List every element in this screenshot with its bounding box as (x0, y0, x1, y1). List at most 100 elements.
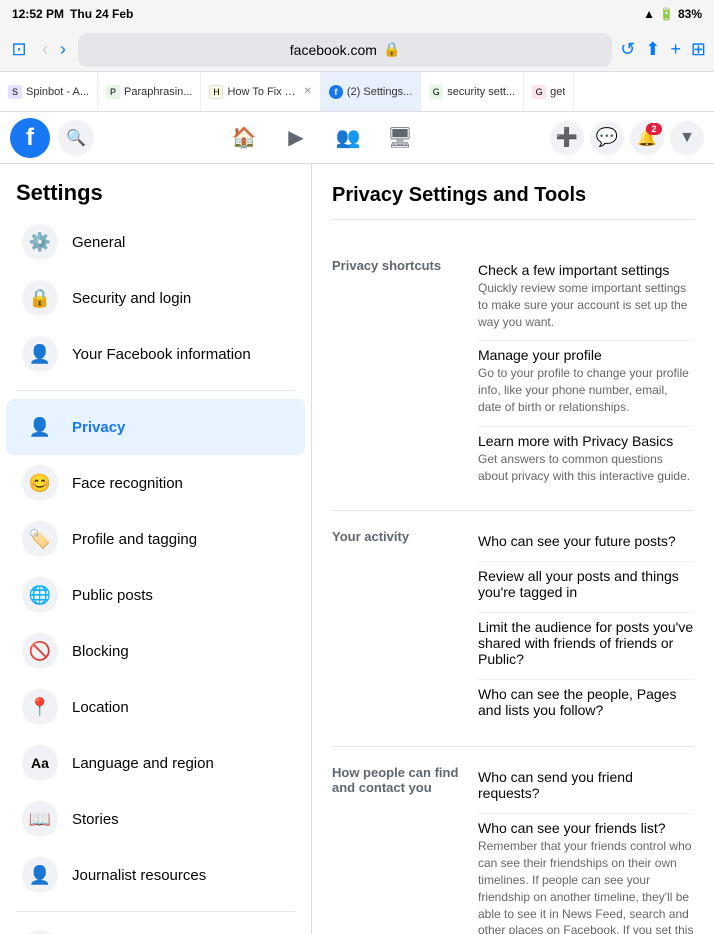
facebook-navbar: f 🔍 🏠 ▶ 👥 🖥 ➕ 💬 🔔 2 ▼ (0, 112, 714, 164)
notification-badge: 2 (646, 123, 662, 135)
item-title: Learn more with Privacy Basics (478, 433, 694, 449)
item-title: Who can see your future posts? (478, 533, 694, 549)
sidebar-item-profile-tagging[interactable]: 🏷️ Profile and tagging (6, 511, 305, 567)
tab-spinbot[interactable]: S Spinbot - A... (0, 72, 98, 111)
general-icon: ⚙️ (22, 224, 58, 260)
public-posts-icon: 🌐 (22, 577, 58, 613)
notifications-icon: 🔔 (22, 930, 58, 934)
sidebar-item-location[interactable]: 📍 Location (6, 679, 305, 735)
tab-favicon: G (532, 85, 546, 99)
security-icon: 🔒 (22, 280, 58, 316)
tab-security[interactable]: G security sett... (421, 72, 524, 111)
privacy-shortcuts-items: Check a few important settings Quickly r… (478, 256, 694, 494)
review-posts-item[interactable]: Review all your posts and things you're … (478, 562, 694, 613)
wifi-icon: ▲ (643, 7, 655, 21)
privacy-shortcuts-section: Privacy shortcuts Check a few important … (332, 240, 694, 511)
sidebar-item-security[interactable]: 🔒 Security and login (6, 270, 305, 326)
pages-lists-item[interactable]: Who can see the people, Pages and lists … (478, 680, 694, 730)
tabs-icon[interactable]: ⊞ (691, 39, 706, 60)
share-icon[interactable]: ⬆ (645, 39, 660, 60)
tab-howtofix[interactable]: H How To Fix T... ✕ (201, 72, 320, 111)
tab-label: Paraphrasin... (124, 86, 192, 98)
sidebar-item-label: Public posts (72, 587, 153, 604)
check-settings-item[interactable]: Check a few important settings Quickly r… (478, 256, 694, 341)
info-icon: 👤 (22, 336, 58, 372)
find-contact-items: Who can send you friend requests? Who ca… (478, 763, 694, 934)
tab-label: get (550, 86, 565, 98)
sidebar: Settings ⚙️ General 🔒 Security and login… (0, 164, 312, 934)
sidebar-item-label: Privacy (72, 419, 125, 436)
manage-profile-item[interactable]: Manage your profile Go to your profile t… (478, 341, 694, 426)
content-area: Privacy Settings and Tools Privacy short… (312, 164, 714, 934)
sidebar-divider-2 (16, 911, 295, 912)
friends-list-item[interactable]: Who can see your friends list? Remember … (478, 814, 694, 934)
tab-label: Spinbot - A... (26, 86, 89, 98)
stories-icon: 📖 (22, 801, 58, 837)
notifications-nav-icon[interactable]: 🔔 2 (630, 121, 664, 155)
search-button[interactable]: 🔍 (58, 120, 94, 156)
your-activity-section: Your activity Who can see your future po… (332, 511, 694, 747)
friends-nav-icon[interactable]: 👥 (327, 117, 369, 159)
tab-favicon: S (8, 85, 22, 99)
sidebar-item-language[interactable]: Aa Language and region (6, 735, 305, 791)
address-bar[interactable]: facebook.com 🔒 (78, 33, 612, 67)
sidebar-title: Settings (0, 164, 311, 214)
blocking-icon: 🚫 (22, 633, 58, 669)
privacy-icon: 👤 (22, 409, 58, 445)
sidebar-item-notifications[interactable]: 🔔 Notifications (6, 920, 305, 934)
sidebar-item-label: General (72, 234, 125, 251)
url-text: facebook.com (290, 42, 377, 58)
limit-audience-item[interactable]: Limit the audience for posts you've shar… (478, 613, 694, 680)
video-nav-icon[interactable]: ▶ (275, 117, 317, 159)
new-tab-icon[interactable]: + (670, 39, 681, 60)
face-recognition-icon: 😊 (22, 465, 58, 501)
sidebar-item-label: Stories (72, 811, 119, 828)
section-label-find: How people can find and contact you (332, 763, 462, 934)
sidebar-item-label: Blocking (72, 643, 129, 660)
privacy-basics-item[interactable]: Learn more with Privacy Basics Get answe… (478, 427, 694, 495)
sidebar-item-blocking[interactable]: 🚫 Blocking (6, 623, 305, 679)
tab-label: How To Fix T... (227, 86, 297, 98)
menu-nav-icon[interactable]: ▼ (670, 121, 704, 155)
nav-icon-row: 🏠 ▶ 👥 🖥 (102, 117, 542, 159)
item-title: Limit the audience for posts you've shar… (478, 619, 694, 667)
item-title: Review all your posts and things you're … (478, 568, 694, 600)
sidebar-item-general[interactable]: ⚙️ General (6, 214, 305, 270)
tab-favicon: G (429, 85, 443, 99)
home-nav-icon[interactable]: 🏠 (223, 117, 265, 159)
battery-percent: 83% (678, 7, 702, 21)
future-posts-item[interactable]: Who can see your future posts? (478, 527, 694, 562)
sidebar-item-journalist[interactable]: 👤 Journalist resources (6, 847, 305, 903)
messenger-nav-icon[interactable]: 💬 (590, 121, 624, 155)
activity-items: Who can see your future posts? Review al… (478, 527, 694, 730)
status-time: 12:52 PM (12, 7, 64, 21)
friend-requests-item[interactable]: Who can send you friend requests? (478, 763, 694, 814)
journalist-icon: 👤 (22, 857, 58, 893)
sidebar-item-label: Language and region (72, 755, 214, 772)
sidebar-item-facebook-info[interactable]: 👤 Your Facebook information (6, 326, 305, 382)
refresh-icon[interactable]: ↺ (620, 39, 635, 60)
sidebar-item-stories[interactable]: 📖 Stories (6, 791, 305, 847)
find-contact-section: How people can find and contact you Who … (332, 747, 694, 934)
sidebar-item-face-recognition[interactable]: 😊 Face recognition (6, 455, 305, 511)
create-nav-button[interactable]: ➕ (550, 121, 584, 155)
sidebar-toggle-icon[interactable]: ⊡ (8, 39, 30, 61)
tab-favicon: P (106, 85, 120, 99)
location-icon: 📍 (22, 689, 58, 725)
sidebar-item-label: Journalist resources (72, 867, 206, 884)
marketplace-nav-icon[interactable]: 🖥 (379, 117, 421, 159)
forward-button[interactable]: › (56, 37, 70, 62)
tab-label: security sett... (447, 86, 515, 98)
sidebar-item-label: Your Facebook information (72, 346, 251, 363)
browser-bar: ⊡ ‹ › facebook.com 🔒 ↺ ⬆ + ⊞ (0, 28, 714, 72)
sidebar-item-public-posts[interactable]: 🌐 Public posts (6, 567, 305, 623)
tab-settings-active[interactable]: f (2) Settings... (321, 72, 421, 111)
sidebar-item-privacy[interactable]: 👤 Privacy (6, 399, 305, 455)
back-button[interactable]: ‹ (38, 37, 52, 62)
item-desc: Remember that your friends control who c… (478, 838, 694, 934)
tab-paraphrasin[interactable]: P Paraphrasin... (98, 72, 201, 111)
tab-close-icon[interactable]: ✕ (303, 86, 311, 97)
tab-get[interactable]: G get (524, 72, 574, 111)
sidebar-divider-1 (16, 390, 295, 391)
tab-label: (2) Settings... (347, 86, 412, 98)
